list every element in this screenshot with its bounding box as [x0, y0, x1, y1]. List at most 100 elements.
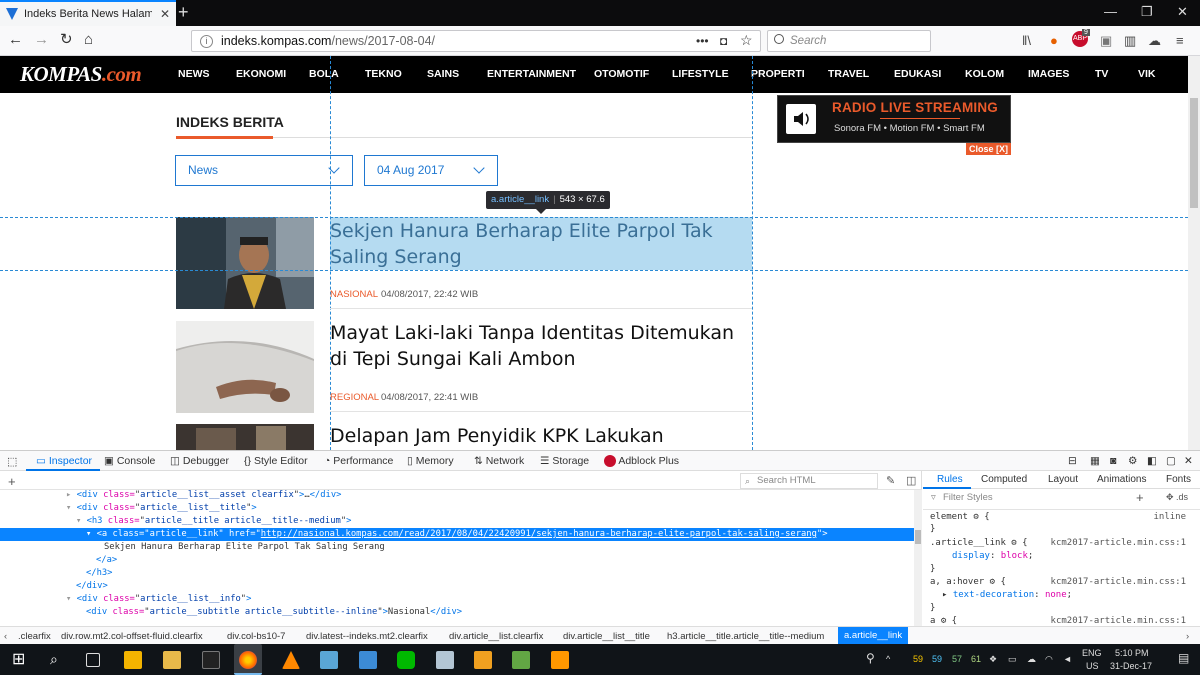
- tab-storage[interactable]: ☰ Storage: [540, 455, 589, 467]
- tab-computed[interactable]: Computed: [981, 474, 1027, 485]
- breadcrumb-item[interactable]: div.article__list.clearfix: [449, 631, 543, 642]
- html-line[interactable]: </a>: [0, 554, 914, 567]
- html-line-selected[interactable]: ▾ <a class="article__link" href="http://…: [0, 528, 914, 541]
- tab-performance[interactable]: ◔ Performance: [324, 455, 393, 467]
- html-line[interactable]: ▾ <div class="article__list__title">: [0, 502, 914, 515]
- html-line[interactable]: </h3>: [0, 567, 914, 580]
- tab-rules[interactable]: Rules: [937, 474, 963, 485]
- rule-selector[interactable]: a ⚙ {: [930, 616, 957, 626]
- breadcrumb-item-active[interactable]: a.article__link: [838, 627, 909, 644]
- file-explorer-icon[interactable]: [163, 651, 181, 669]
- kompas-logo[interactable]: KOMPAS.com: [20, 62, 142, 87]
- reload-icon[interactable]: ↻: [60, 32, 73, 48]
- html-line[interactable]: <div class="article__subtitle article__s…: [0, 606, 914, 619]
- breadcrumb-item[interactable]: div.latest--indeks.mt2.clearfix: [306, 631, 428, 642]
- clock-time[interactable]: 5:10 PM: [1115, 648, 1149, 658]
- html-scrollbar[interactable]: [914, 490, 922, 626]
- rule-declaration[interactable]: ▸ text-decoration: none;: [930, 590, 1072, 600]
- new-tab-button[interactable]: +: [178, 3, 189, 21]
- breadcrumb-scroll-right-icon[interactable]: ›: [1186, 631, 1189, 642]
- article-category[interactable]: NASIONAL: [330, 289, 378, 300]
- home-icon[interactable]: ⌂: [84, 32, 93, 48]
- people-icon[interactable]: ⚲: [866, 651, 875, 665]
- tab-memory[interactable]: ▯ Memory: [407, 455, 454, 467]
- rule-source-link[interactable]: kcm2017-article.min.css:1: [1051, 538, 1186, 548]
- close-window-button[interactable]: ✕: [1177, 4, 1188, 20]
- rule-declaration[interactable]: display: block;: [930, 551, 1033, 561]
- wifi-icon[interactable]: ◠: [1045, 654, 1053, 665]
- breadcrumb-item[interactable]: div.row.mt2.col-offset-fluid.clearfix: [61, 631, 203, 642]
- article-thumbnail[interactable]: [176, 424, 314, 450]
- nav-properti[interactable]: PROPERTI: [751, 68, 805, 80]
- tab-animations[interactable]: Animations: [1097, 474, 1146, 485]
- dock-icon[interactable]: ◧: [1147, 455, 1157, 467]
- nav-ekonomi[interactable]: EKONOMI: [236, 68, 286, 80]
- nav-tekno[interactable]: TEKNO: [365, 68, 402, 80]
- rule-source-link[interactable]: kcm2017-article.min.css:1: [1051, 616, 1186, 626]
- tab-console[interactable]: ▣ Console: [104, 455, 155, 467]
- rule-selector[interactable]: a, a:hover ⚙ {: [930, 577, 1006, 587]
- article-category[interactable]: REGIONAL: [330, 392, 379, 403]
- date-select[interactable]: 04 Aug 2017: [364, 155, 498, 186]
- article-thumbnail[interactable]: [176, 217, 314, 309]
- eyedropper-icon[interactable]: ✎: [886, 474, 895, 487]
- rule-selector[interactable]: .article__link ⚙ {: [930, 538, 1028, 548]
- article-title-link[interactable]: Sekjen Hanura Berharap Elite Parpol Tak …: [330, 218, 754, 270]
- app-icon[interactable]: [320, 651, 338, 669]
- page-scrollbar[interactable]: [1188, 56, 1200, 450]
- extension-icon[interactable]: ●: [1050, 33, 1058, 48]
- tray-value[interactable]: 57: [952, 654, 962, 664]
- cortana-search-icon[interactable]: ⌕: [50, 651, 68, 669]
- search-input[interactable]: Search: [767, 30, 931, 52]
- scrollbar-thumb[interactable]: [1190, 98, 1198, 208]
- filter-styles-input[interactable]: ▿ Filter Styles: [929, 492, 1129, 506]
- screenshot-icon[interactable]: ◙: [1110, 455, 1116, 467]
- nav-lifestyle[interactable]: LIFESTYLE: [672, 68, 729, 80]
- tab-active[interactable]: Indeks Berita News Halaman 1 ✕: [0, 0, 176, 26]
- forward-icon[interactable]: →: [34, 32, 49, 48]
- pocket-icon[interactable]: ◘: [720, 34, 727, 48]
- html-line[interactable]: ▾ <div class="article__list__info">: [0, 593, 914, 606]
- tab-style-editor[interactable]: {} Style Editor: [244, 455, 308, 467]
- region-indicator[interactable]: US: [1086, 661, 1099, 671]
- bookmark-star-icon[interactable]: ☆: [740, 32, 753, 49]
- media-player-icon[interactable]: [124, 651, 142, 669]
- breadcrumb-scroll-left-icon[interactable]: ‹: [4, 631, 7, 642]
- tab-layout[interactable]: Layout: [1048, 474, 1078, 485]
- minimize-button[interactable]: —: [1104, 4, 1117, 19]
- site-info-icon[interactable]: i: [200, 34, 213, 48]
- pseudo-class-icon[interactable]: ✥ .ds: [1166, 492, 1188, 503]
- popout-icon[interactable]: ▢: [1166, 455, 1176, 467]
- battery-icon[interactable]: ▭: [1008, 654, 1017, 665]
- html-line[interactable]: ▾ <h3 class="article__title article__tit…: [0, 515, 914, 528]
- app-icon[interactable]: [474, 651, 492, 669]
- tray-value[interactable]: 59: [932, 654, 942, 664]
- clock-date[interactable]: 31-Dec-17: [1110, 661, 1152, 671]
- tab-network[interactable]: ⇅ Network: [474, 455, 524, 467]
- radio-close-button[interactable]: Close [X]: [966, 143, 1012, 155]
- vlc-icon[interactable]: [282, 651, 300, 669]
- dropbox-icon[interactable]: ❖: [989, 654, 997, 665]
- nav-bola[interactable]: BOLA: [309, 68, 339, 80]
- toggle-sidebar-icon[interactable]: ◫: [906, 474, 916, 487]
- language-indicator[interactable]: ENG: [1082, 648, 1102, 658]
- nav-news[interactable]: NEWS: [178, 68, 210, 80]
- rule-source-link[interactable]: kcm2017-article.min.css:1: [1051, 577, 1186, 587]
- page-actions-icon[interactable]: •••: [696, 34, 709, 48]
- breadcrumb-item[interactable]: div.article__list__title: [563, 631, 650, 642]
- add-node-icon[interactable]: +: [8, 474, 16, 489]
- close-devtools-icon[interactable]: ✕: [1184, 455, 1193, 467]
- extension2-icon[interactable]: ▣: [1100, 33, 1112, 49]
- nav-entertainment[interactable]: ENTERTAINMENT: [487, 68, 576, 80]
- onedrive-icon[interactable]: ☁: [1027, 654, 1036, 665]
- notification-icon[interactable]: ▤: [1178, 651, 1189, 665]
- category-select[interactable]: News: [175, 155, 353, 186]
- rule-element[interactable]: element ⚙ {: [930, 512, 990, 522]
- url-bar[interactable]: i indeks.kompas.com/news/2017-08-04/ •••…: [191, 30, 761, 52]
- tab-fonts[interactable]: Fonts: [1166, 474, 1191, 485]
- sync-icon[interactable]: ☁: [1148, 33, 1161, 49]
- volume-icon[interactable]: ◄: [1063, 654, 1072, 664]
- html-text-node[interactable]: Sekjen Hanura Berharap Elite Parpol Tak …: [0, 541, 914, 554]
- restore-button[interactable]: ❐: [1141, 4, 1153, 20]
- app-icon[interactable]: [512, 651, 530, 669]
